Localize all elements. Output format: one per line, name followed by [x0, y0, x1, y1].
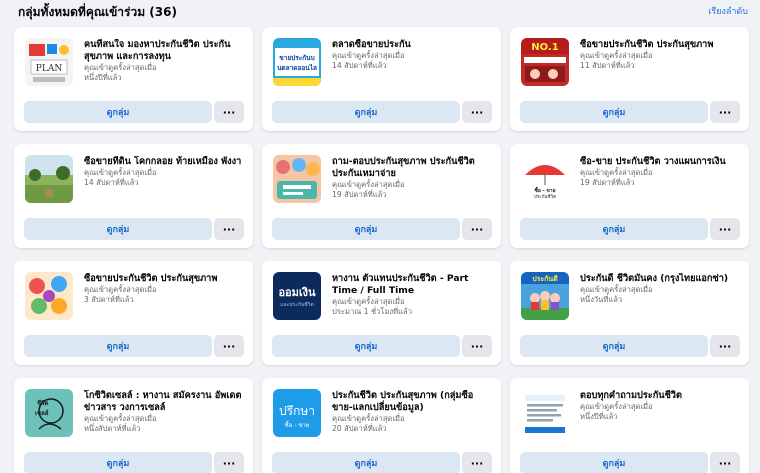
group-last-visited-time: 14 สัปดาห์ที่แล้ว: [84, 178, 139, 187]
group-last-visited-label: คุณเข้าดูครั้งล่าสุดเมื่อ: [84, 63, 157, 72]
more-options-button[interactable]: ···: [710, 335, 740, 357]
svg-text:ประกันชีวิต: ประกันชีวิต: [534, 194, 556, 200]
svg-text:ประกันดี: ประกันดี: [532, 275, 558, 283]
group-last-visited-time: ประมาณ 1 ชั่วโมงที่แล้ว: [332, 307, 412, 316]
more-options-button[interactable]: ···: [710, 218, 740, 240]
group-name[interactable]: ประกันดี ชีวิตมั่นคง (กรุงไทยแอกซ่า): [580, 273, 741, 285]
view-group-button[interactable]: ดูกลุ่ม: [24, 452, 212, 473]
group-cover-image[interactable]: [521, 389, 569, 437]
group-name[interactable]: โกซิวิตเซลล์ : หางาน สมัครงาน อัพเดตข่าว…: [84, 390, 245, 414]
group-card: ประกันดี ประกันดี ชีวิตมั่นคง (กรุงไทยแอ…: [510, 261, 749, 365]
groups-grid: PLAN คนที่สนใจ มองหาประกันชีวิต ประกันสุ…: [14, 27, 749, 473]
svg-text:เซลล์: เซลล์: [35, 409, 49, 417]
group-last-visited-label: คุณเข้าดูครั้งล่าสุดเมื่อ: [580, 285, 653, 294]
group-last-visited-label: คุณเข้าดูครั้งล่าสุดเมื่อ: [84, 168, 157, 177]
group-last-visited-label: คุณเข้าดูครั้งล่าสุดเมื่อ: [332, 414, 405, 423]
view-group-button[interactable]: ดูกลุ่ม: [272, 101, 460, 123]
group-card: NO.1 ซื้อขายประกันชีวิต ประกันสุขภาพ คุณ…: [510, 27, 749, 131]
group-name[interactable]: ซื้อขายประกันชีวิต ประกันสุขภาพ: [84, 273, 245, 285]
more-options-button[interactable]: ···: [710, 101, 740, 123]
svg-text:และประกันชีวิต: และประกันชีวิต: [280, 301, 313, 308]
view-group-button[interactable]: ดูกลุ่ม: [24, 335, 212, 357]
view-group-button[interactable]: ดูกลุ่ม: [520, 101, 708, 123]
group-cover-image[interactable]: ออมเงิน และประกันชีวิต: [273, 272, 321, 320]
svg-text:ขายประกันบ: ขายประกันบ: [279, 54, 315, 62]
group-last-visited-time: 3 สัปดาห์ที่แล้ว: [84, 295, 134, 304]
group-last-visited-label: คุณเข้าดูครั้งล่าสุดเมื่อ: [332, 180, 405, 189]
group-cover-image[interactable]: PLAN: [25, 38, 73, 86]
group-name[interactable]: ถาม-ตอบประกันสุขภาพ ประกันชีวิต ประกันเห…: [332, 156, 493, 180]
group-card: PLAN คนที่สนใจ มองหาประกันชีวิต ประกันสุ…: [14, 27, 253, 131]
page-title: กลุ่มทั้งหมดที่คุณเข้าร่วม (36): [18, 5, 177, 19]
group-name[interactable]: คนที่สนใจ มองหาประกันชีวิต ประกันสุขภาพ …: [84, 39, 245, 63]
group-name[interactable]: ประกันชีวิต ประกันสุขภาพ (กลุ่มซื้อขาย-แ…: [332, 390, 493, 414]
group-last-visited-label: คุณเข้าดูครั้งล่าสุดเมื่อ: [332, 297, 405, 306]
group-cover-image[interactable]: ประกันดี: [521, 272, 569, 320]
group-cover-image[interactable]: [273, 155, 321, 203]
group-name[interactable]: ซื้อขายที่ดิน โคกกลอย ท้ายเหมือง พังงา: [84, 156, 245, 168]
group-cover-image[interactable]: [25, 155, 73, 203]
group-card: ชีวิต เซลล์ โกซิวิตเซลล์ : หางาน สมัครงา…: [14, 378, 253, 473]
more-options-button[interactable]: ···: [462, 218, 492, 240]
view-group-button[interactable]: ดูกลุ่ม: [520, 335, 708, 357]
group-card: ซื้อขายที่ดิน โคกกลอย ท้ายเหมือง พังงา ค…: [14, 144, 253, 248]
group-card: ซื้อ - ขาย ประกันชีวิต ซื้อ-ขาย ประกันชี…: [510, 144, 749, 248]
group-last-visited-time: 11 สัปดาห์ที่แล้ว: [580, 61, 635, 70]
group-cover-image[interactable]: NO.1: [521, 38, 569, 86]
more-options-button[interactable]: ···: [462, 101, 492, 123]
group-last-visited-label: คุณเข้าดูครั้งล่าสุดเมื่อ: [580, 51, 653, 60]
group-last-visited-label: คุณเข้าดูครั้งล่าสุดเมื่อ: [84, 414, 157, 423]
view-group-button[interactable]: ดูกลุ่ม: [520, 218, 708, 240]
group-cover-image[interactable]: ชีวิต เซลล์: [25, 389, 73, 437]
svg-text:PLAN: PLAN: [36, 64, 63, 74]
group-name[interactable]: ตลาดซื้อขายประกัน: [332, 39, 493, 51]
view-group-button[interactable]: ดูกลุ่ม: [24, 101, 212, 123]
group-card: ออมเงิน และประกันชีวิต หางาน ตัวแทนประกั…: [262, 261, 501, 365]
group-last-visited-label: คุณเข้าดูครั้งล่าสุดเมื่อ: [332, 51, 405, 60]
more-options-button[interactable]: ···: [214, 218, 244, 240]
group-last-visited-time: 19 สัปดาห์ที่แล้ว: [580, 178, 635, 187]
more-options-button[interactable]: ···: [462, 335, 492, 357]
group-name[interactable]: ซื้อขายประกันชีวิต ประกันสุขภาพ: [580, 39, 741, 51]
group-name[interactable]: ตอบทุกคำถามประกันชีวิต: [580, 390, 741, 402]
group-last-visited-time: หนึ่งสัปดาห์ที่แล้ว: [84, 424, 141, 433]
more-options-button[interactable]: ···: [710, 452, 740, 473]
group-last-visited-time: หนึ่งปีที่แล้ว: [580, 412, 618, 421]
svg-text:NO.1: NO.1: [531, 42, 558, 53]
groups-header: กลุ่มทั้งหมดที่คุณเข้าร่วม (36) เรียงลำด…: [0, 0, 760, 22]
group-card: ซื้อขายประกันชีวิต ประกันสุขภาพ คุณเข้าด…: [14, 261, 253, 365]
group-card: ตอบทุกคำถามประกันชีวิต คุณเข้าดูครั้งล่า…: [510, 378, 749, 473]
svg-text:ชีวิต: ชีวิต: [37, 399, 48, 407]
more-options-button[interactable]: ···: [214, 335, 244, 357]
more-options-button[interactable]: ···: [214, 452, 244, 473]
group-last-visited-time: 20 สัปดาห์ที่แล้ว: [332, 424, 387, 433]
group-card: ปรึกษา ซื้อ - ขาย ประกันชีวิต ประกันสุขภ…: [262, 378, 501, 473]
group-last-visited-time: หนึ่งปีที่แล้ว: [84, 73, 122, 82]
group-cover-image[interactable]: ปรึกษา ซื้อ - ขาย: [273, 389, 321, 437]
view-group-button[interactable]: ดูกลุ่ม: [272, 452, 460, 473]
group-last-visited-label: คุณเข้าดูครั้งล่าสุดเมื่อ: [580, 402, 653, 411]
group-card: ถาม-ตอบประกันสุขภาพ ประกันชีวิต ประกันเห…: [262, 144, 501, 248]
group-cover-image[interactable]: ซื้อ - ขาย ประกันชีวิต: [521, 155, 569, 203]
view-group-button[interactable]: ดูกลุ่ม: [272, 335, 460, 357]
view-group-button[interactable]: ดูกลุ่ม: [24, 218, 212, 240]
group-cover-image[interactable]: [25, 272, 73, 320]
group-name[interactable]: ซื้อ-ขาย ประกันชีวิต วางแผนการเงิน: [580, 156, 741, 168]
group-cover-image[interactable]: ขายประกันบ นตลาดออนไล: [273, 38, 321, 86]
group-last-visited-time: 14 สัปดาห์ที่แล้ว: [332, 61, 387, 70]
view-group-button[interactable]: ดูกลุ่ม: [272, 218, 460, 240]
group-last-visited-label: คุณเข้าดูครั้งล่าสุดเมื่อ: [84, 285, 157, 294]
svg-text:ออมเงิน: ออมเงิน: [278, 286, 316, 299]
sort-link[interactable]: เรียงลำดับ: [708, 4, 748, 18]
svg-text:นตลาดออนไล: นตลาดออนไล: [277, 63, 317, 72]
more-options-button[interactable]: ···: [214, 101, 244, 123]
group-card: ขายประกันบ นตลาดออนไล ตลาดซื้อขายประกัน …: [262, 27, 501, 131]
group-last-visited-time: 19 สัปดาห์ที่แล้ว: [332, 190, 387, 199]
group-name[interactable]: หางาน ตัวแทนประกันชีวิต - Part Time / Fu…: [332, 273, 493, 297]
view-group-button[interactable]: ดูกลุ่ม: [520, 452, 708, 473]
group-last-visited-label: คุณเข้าดูครั้งล่าสุดเมื่อ: [580, 168, 653, 177]
group-last-visited-time: หนึ่งวันที่แล้ว: [580, 295, 623, 304]
more-options-button[interactable]: ···: [462, 452, 492, 473]
svg-text:ปรึกษา: ปรึกษา: [279, 404, 315, 418]
